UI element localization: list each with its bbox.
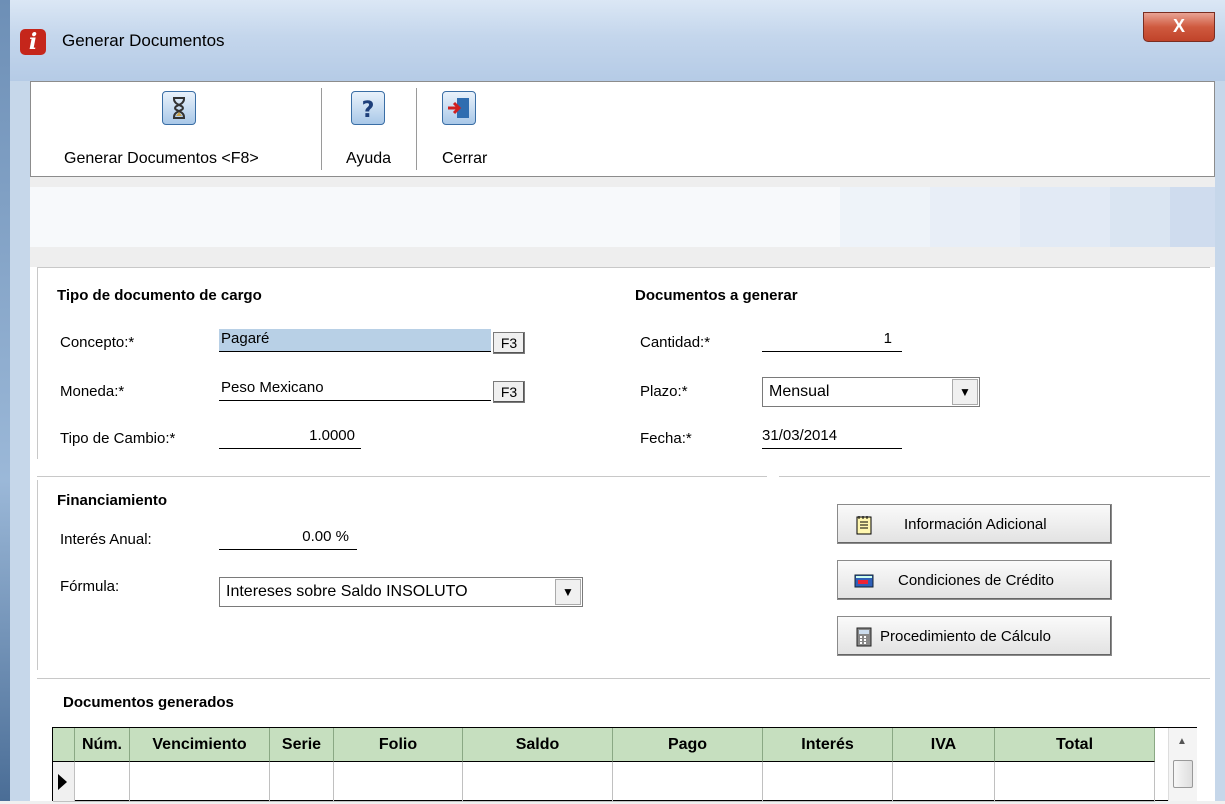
app-icon: i: [20, 29, 46, 55]
concepto-f3-button[interactable]: F3: [493, 332, 525, 354]
table-cell[interactable]: [763, 762, 893, 802]
cargo-section-title: Tipo de documento de cargo: [57, 287, 262, 304]
table-cell[interactable]: [334, 762, 463, 802]
calculator-icon: [854, 627, 874, 647]
financing-section: Financiamiento Interés Anual: 0.00 % Fór…: [37, 480, 1210, 670]
toolbar-separator: [321, 88, 322, 170]
banner-band: [930, 187, 1020, 247]
column-header[interactable]: Pago: [613, 728, 763, 762]
calculation-procedure-button[interactable]: Procedimiento de Cálculo: [837, 616, 1112, 656]
table-cell[interactable]: [270, 762, 334, 802]
table-cell[interactable]: [893, 762, 995, 802]
banner-band: [1020, 187, 1110, 247]
banner-band: [1110, 187, 1170, 247]
close-window-button[interactable]: X: [1143, 12, 1215, 42]
column-header[interactable]: Saldo: [463, 728, 613, 762]
close-label: Cerrar: [442, 150, 488, 167]
panel-border: [37, 267, 38, 459]
formula-select[interactable]: Intereses sobre Saldo INSOLUTO ▼: [219, 577, 583, 607]
additional-info-label: Información Adicional: [904, 516, 1047, 533]
moneda-label: Moneda:*: [60, 383, 125, 400]
column-header[interactable]: Núm.: [75, 728, 130, 762]
calculation-procedure-label: Procedimiento de Cálculo: [880, 628, 1051, 645]
fecha-label: Fecha:*: [640, 430, 692, 447]
cantidad-field[interactable]: 1: [762, 329, 902, 352]
plazo-select[interactable]: Mensual ▼: [762, 377, 980, 407]
row-selector[interactable]: [53, 762, 75, 802]
spacer: [30, 247, 1215, 267]
fecha-field[interactable]: 31/03/2014: [762, 426, 902, 449]
generate-documents-label: Generar Documentos <F8>: [64, 150, 259, 167]
banner-band: [1170, 187, 1215, 247]
panel-border: [779, 476, 1210, 477]
moneda-field[interactable]: Peso Mexicano: [219, 378, 491, 401]
document-type-section: Tipo de documento de cargo Concepto:* Pa…: [37, 267, 1210, 477]
column-header[interactable]: Total: [995, 728, 1155, 762]
credit-card-icon: [854, 571, 874, 591]
panel-border: [37, 267, 1210, 268]
spacer: [30, 177, 1215, 187]
row-header-corner: [53, 728, 75, 762]
plazo-label: Plazo:*: [640, 383, 688, 400]
credit-conditions-label: Condiciones de Crédito: [898, 572, 1054, 589]
generated-documents-title: Documentos generados: [63, 694, 234, 711]
concepto-label: Concepto:*: [60, 334, 135, 351]
question-mark-icon: ?: [351, 91, 385, 125]
help-label: Ayuda: [346, 150, 392, 167]
interes-anual-field[interactable]: 0.00 %: [219, 527, 357, 550]
concepto-field[interactable]: Pagaré: [219, 329, 491, 352]
help-button[interactable]: ? Ayuda: [331, 82, 411, 176]
panel-border: [37, 678, 1210, 679]
table-cell[interactable]: [130, 762, 270, 802]
column-header[interactable]: Folio: [334, 728, 463, 762]
svg-text:?: ?: [362, 98, 375, 123]
exit-door-icon: [442, 91, 476, 125]
table-cell[interactable]: [613, 762, 763, 802]
column-header[interactable]: Interés: [763, 728, 893, 762]
desktop-background: [0, 0, 10, 801]
table-cell[interactable]: [75, 762, 130, 802]
banner-band: [840, 187, 930, 247]
table-cell[interactable]: [995, 762, 1155, 802]
credit-conditions-button[interactable]: Condiciones de Crédito: [837, 560, 1112, 600]
cantidad-label: Cantidad:*: [640, 334, 711, 351]
notepad-icon: [854, 515, 874, 535]
toolbar-separator: [416, 88, 417, 170]
generate-documents-button[interactable]: Generar Documentos <F8>: [51, 82, 311, 176]
column-header[interactable]: IVA: [893, 728, 995, 762]
header-banner: [30, 187, 1215, 247]
window-title: Generar Documentos: [62, 31, 225, 50]
tipo-cambio-label: Tipo de Cambio:*: [60, 430, 176, 447]
scroll-up-icon[interactable]: ▲: [1177, 736, 1187, 747]
toolbar: Generar Documentos <F8> ? Ayuda Cerrar: [30, 81, 1215, 177]
scroll-thumb[interactable]: [1173, 760, 1193, 788]
close-button[interactable]: Cerrar: [426, 82, 496, 176]
column-header[interactable]: Vencimiento: [130, 728, 270, 762]
table-cell[interactable]: [463, 762, 613, 802]
row-pointer-icon: [58, 774, 67, 790]
panel-border: [37, 476, 767, 477]
plazo-value: Mensual: [769, 383, 830, 400]
chevron-down-icon[interactable]: ▼: [555, 579, 581, 605]
interes-anual-label: Interés Anual:: [60, 531, 152, 548]
hourglass-icon: [162, 91, 196, 125]
tipo-cambio-field[interactable]: 1.0000: [219, 426, 361, 449]
table-scrollbar[interactable]: ▲: [1168, 728, 1197, 801]
chevron-down-icon[interactable]: ▼: [952, 379, 978, 405]
additional-info-button[interactable]: Información Adicional: [837, 504, 1112, 544]
formula-value: Intereses sobre Saldo INSOLUTO: [226, 583, 468, 600]
documents-table[interactable]: Núm. Vencimiento Serie Folio Saldo Pago …: [52, 727, 1197, 802]
financing-title: Financiamiento: [57, 492, 168, 509]
column-header[interactable]: Serie: [270, 728, 334, 762]
moneda-f3-button[interactable]: F3: [493, 381, 525, 403]
formula-label: Fórmula:: [60, 578, 120, 595]
generar-section-title: Documentos a generar: [635, 287, 798, 304]
panel-border: [37, 480, 38, 670]
